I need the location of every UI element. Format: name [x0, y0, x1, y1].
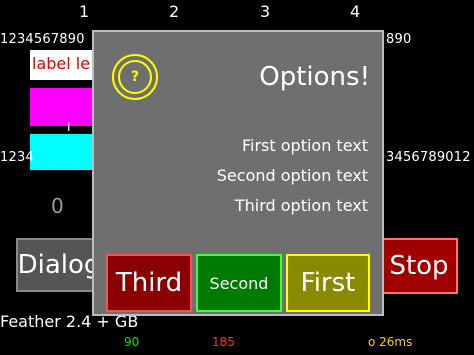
- dialog-title: Options!: [259, 62, 370, 92]
- option-text-1: First option text: [241, 136, 368, 155]
- digit-row-top-right: 890: [386, 32, 412, 47]
- digit-row-mid-left: 1234: [0, 150, 34, 165]
- stat-green: 90: [124, 335, 140, 349]
- stat-red: 185: [212, 335, 235, 349]
- third-button[interactable]: Third: [106, 254, 192, 312]
- column-number-1: 1: [79, 2, 90, 21]
- question-glyph: ?: [130, 69, 140, 85]
- digit-row-mid-right: 3456789012: [386, 150, 471, 165]
- option-text-3: Third option text: [234, 196, 368, 215]
- column-number-4: 4: [350, 2, 361, 21]
- question-icon-inner-ring: ?: [118, 60, 152, 94]
- cyan-bar: [30, 134, 94, 170]
- question-icon: ?: [112, 54, 158, 100]
- digit-row-top-left: 1234567890: [0, 32, 85, 47]
- option-text-2: Second option text: [216, 166, 368, 185]
- first-button[interactable]: First: [286, 254, 370, 312]
- slider-mark: I: [67, 120, 71, 134]
- label-box: label le: [30, 50, 94, 80]
- dialog-button-label: Dialog: [17, 250, 101, 280]
- second-button-label: Second: [209, 273, 269, 293]
- stat-time: o 26ms: [368, 335, 413, 349]
- second-button[interactable]: Second: [196, 254, 282, 312]
- third-button-label: Third: [115, 268, 183, 298]
- column-number-2: 2: [169, 2, 180, 21]
- stop-button[interactable]: Stop: [380, 238, 458, 294]
- stop-button-label: Stop: [389, 251, 449, 281]
- first-button-label: First: [300, 268, 356, 298]
- dialog-button[interactable]: Dialog: [16, 238, 102, 292]
- label-text: label le: [32, 54, 91, 73]
- magenta-bar: [30, 88, 94, 126]
- value-zero: 0: [51, 194, 64, 218]
- options-dialog: ? Options! First option text Second opti…: [92, 30, 384, 316]
- column-number-3: 3: [260, 2, 271, 21]
